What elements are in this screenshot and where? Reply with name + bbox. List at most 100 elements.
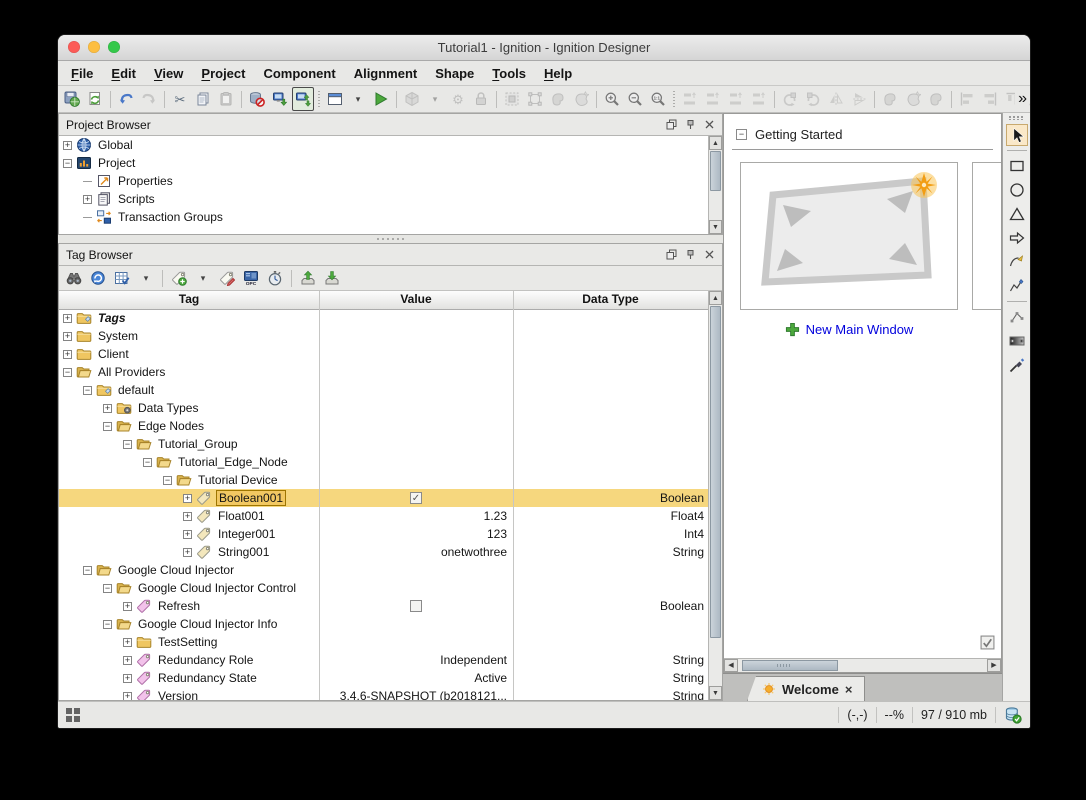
db-pending-changes-button[interactable] <box>246 87 268 111</box>
column-divider[interactable] <box>319 291 320 700</box>
shape-intersect-button[interactable] <box>925 87 947 111</box>
size-match-button[interactable] <box>679 87 701 111</box>
import-tags-button[interactable] <box>297 266 319 290</box>
close-panel-button[interactable] <box>704 249 715 260</box>
tag-report-dropdown[interactable]: ▾ <box>135 266 157 290</box>
pencil-tool[interactable] <box>1006 275 1028 297</box>
lasso-select-button[interactable] <box>547 87 569 111</box>
menu-project[interactable]: Project <box>192 66 254 81</box>
size-both-button[interactable] <box>748 87 770 111</box>
size-height-button[interactable] <box>725 87 747 111</box>
value-cell[interactable]: Active <box>319 669 513 687</box>
title-bar[interactable]: Tutorial1 - Ignition - Ignition Designer <box>58 35 1030 61</box>
getting-started-hscrollbar[interactable]: ◀ ▶ <box>724 658 1001 672</box>
tag-row-system[interactable]: + System <box>59 327 708 345</box>
copy-button[interactable] <box>192 87 214 111</box>
expand-toggle[interactable]: + <box>83 194 92 204</box>
ellipse-tool[interactable] <box>1006 179 1028 201</box>
expand-toggle[interactable]: − <box>103 421 112 431</box>
float-panel-button[interactable] <box>666 119 677 130</box>
tag-row-testsetting[interactable]: + TestSetting <box>59 633 708 651</box>
undo-button[interactable] <box>115 87 137 111</box>
menu-shape[interactable]: Shape <box>426 66 483 81</box>
tab-welcome[interactable]: Welcome × <box>747 676 866 701</box>
expand-toggle[interactable]: − <box>103 619 112 629</box>
expand-toggle[interactable]: − <box>123 439 132 449</box>
column-divider[interactable] <box>513 291 514 700</box>
shape-difference-button[interactable] <box>902 87 924 111</box>
pin-panel-button[interactable] <box>685 119 696 130</box>
expand-toggle[interactable]: − <box>83 565 92 575</box>
gateway-connection-icon[interactable] <box>1004 706 1022 724</box>
value-checkbox[interactable] <box>410 600 422 612</box>
browse-tags-button[interactable] <box>63 266 85 290</box>
palette-drag-handle[interactable] <box>1009 116 1024 120</box>
paste-button[interactable] <box>215 87 237 111</box>
scrollbar-thumb[interactable] <box>710 306 721 638</box>
tag-row-float001[interactable]: + Float001 1.23 Float4 <box>59 507 708 525</box>
selection-tool[interactable] <box>1005 124 1028 146</box>
project-browser-scrollbar[interactable]: ▲ ▼ <box>708 136 722 234</box>
expand-toggle[interactable]: − <box>63 158 72 168</box>
tag-report-button[interactable] <box>111 266 133 290</box>
menu-file[interactable]: File <box>62 66 102 81</box>
memory-usage[interactable]: 97 / 910 mb <box>921 708 987 722</box>
tag-row-redundancy-role[interactable]: + Redundancy Role Independent String <box>59 651 708 669</box>
scroll-down-button[interactable]: ▼ <box>709 220 722 234</box>
value-checkbox[interactable]: ✓ <box>410 492 422 504</box>
tag-row-version[interactable]: + Version 3.4.6-SNAPSHOT (b2018121... Strin… <box>59 687 708 700</box>
rotate-ccw-button[interactable] <box>779 87 801 111</box>
rectangle-tool[interactable] <box>1006 155 1028 177</box>
column-header-value[interactable]: Value <box>319 291 513 308</box>
menu-alignment[interactable]: Alignment <box>345 66 427 81</box>
rotate-cw-button[interactable] <box>802 87 824 111</box>
size-width-button[interactable] <box>702 87 724 111</box>
expand-toggle[interactable]: − <box>83 385 92 395</box>
expand-toggle[interactable]: − <box>103 583 112 593</box>
project-tree-item-transaction-groups[interactable]: Transaction Groups <box>59 208 722 226</box>
partial-card[interactable] <box>972 162 1001 310</box>
checked-checkbox-icon[interactable] <box>980 635 995 650</box>
expand-toggle[interactable]: + <box>183 511 192 521</box>
tag-row-google-cloud-injector[interactable]: − Google Cloud Injector <box>59 561 708 579</box>
menu-view[interactable]: View <box>145 66 192 81</box>
zoom-in-button[interactable] <box>601 87 623 111</box>
expand-toggle[interactable]: + <box>63 349 72 359</box>
tag-row-data-types[interactable]: + Data Types <box>59 399 708 417</box>
expand-toggle[interactable]: − <box>63 367 72 377</box>
expand-toggle[interactable]: − <box>163 475 172 485</box>
project-tree-item-properties[interactable]: Properties <box>59 172 722 190</box>
value-cell[interactable]: 123 <box>319 525 513 543</box>
eyedropper-tool[interactable] <box>1006 354 1028 376</box>
gradient-tool[interactable] <box>1006 330 1028 352</box>
scrollbar-thumb[interactable] <box>742 660 838 671</box>
tag-row-redundancy-state[interactable]: + Redundancy State Active String <box>59 669 708 687</box>
value-cell[interactable]: 1.23 <box>319 507 513 525</box>
expand-toggle[interactable]: + <box>183 493 192 503</box>
close-window-button[interactable] <box>68 41 80 53</box>
minimize-window-button[interactable] <box>88 41 100 53</box>
scroll-up-button[interactable]: ▲ <box>709 136 722 150</box>
pin-panel-button[interactable] <box>685 249 696 260</box>
scroll-down-button[interactable]: ▼ <box>709 686 722 700</box>
add-tag-dropdown[interactable]: ▾ <box>192 266 214 290</box>
expand-toggle[interactable]: + <box>123 601 132 611</box>
tag-browser-scrollbar[interactable]: ▲ ▼ <box>708 291 722 700</box>
lock-button[interactable] <box>470 87 492 111</box>
staging-grid-icon[interactable] <box>66 708 80 722</box>
shape-union-button[interactable] <box>879 87 901 111</box>
toolbar-overflow-chevron[interactable]: » <box>1015 90 1027 108</box>
export-tags-button[interactable] <box>321 266 343 290</box>
flip-horizontal-button[interactable] <box>825 87 847 111</box>
scrollbar-thumb[interactable] <box>710 151 721 191</box>
flip-vertical-button[interactable] <box>848 87 870 111</box>
pen-tool[interactable] <box>1006 251 1028 273</box>
new-main-window-link[interactable]: New Main Window <box>740 322 958 337</box>
expand-toggle[interactable]: + <box>183 529 192 539</box>
menu-help[interactable]: Help <box>535 66 581 81</box>
db-sync-button[interactable] <box>292 87 314 111</box>
expand-toggle[interactable]: + <box>183 547 192 557</box>
project-tree-item-global[interactable]: + Global <box>59 136 722 154</box>
tag-row-string001[interactable]: + String001 onetwothree String <box>59 543 708 561</box>
tag-row-all-providers[interactable]: − All Providers <box>59 363 708 381</box>
